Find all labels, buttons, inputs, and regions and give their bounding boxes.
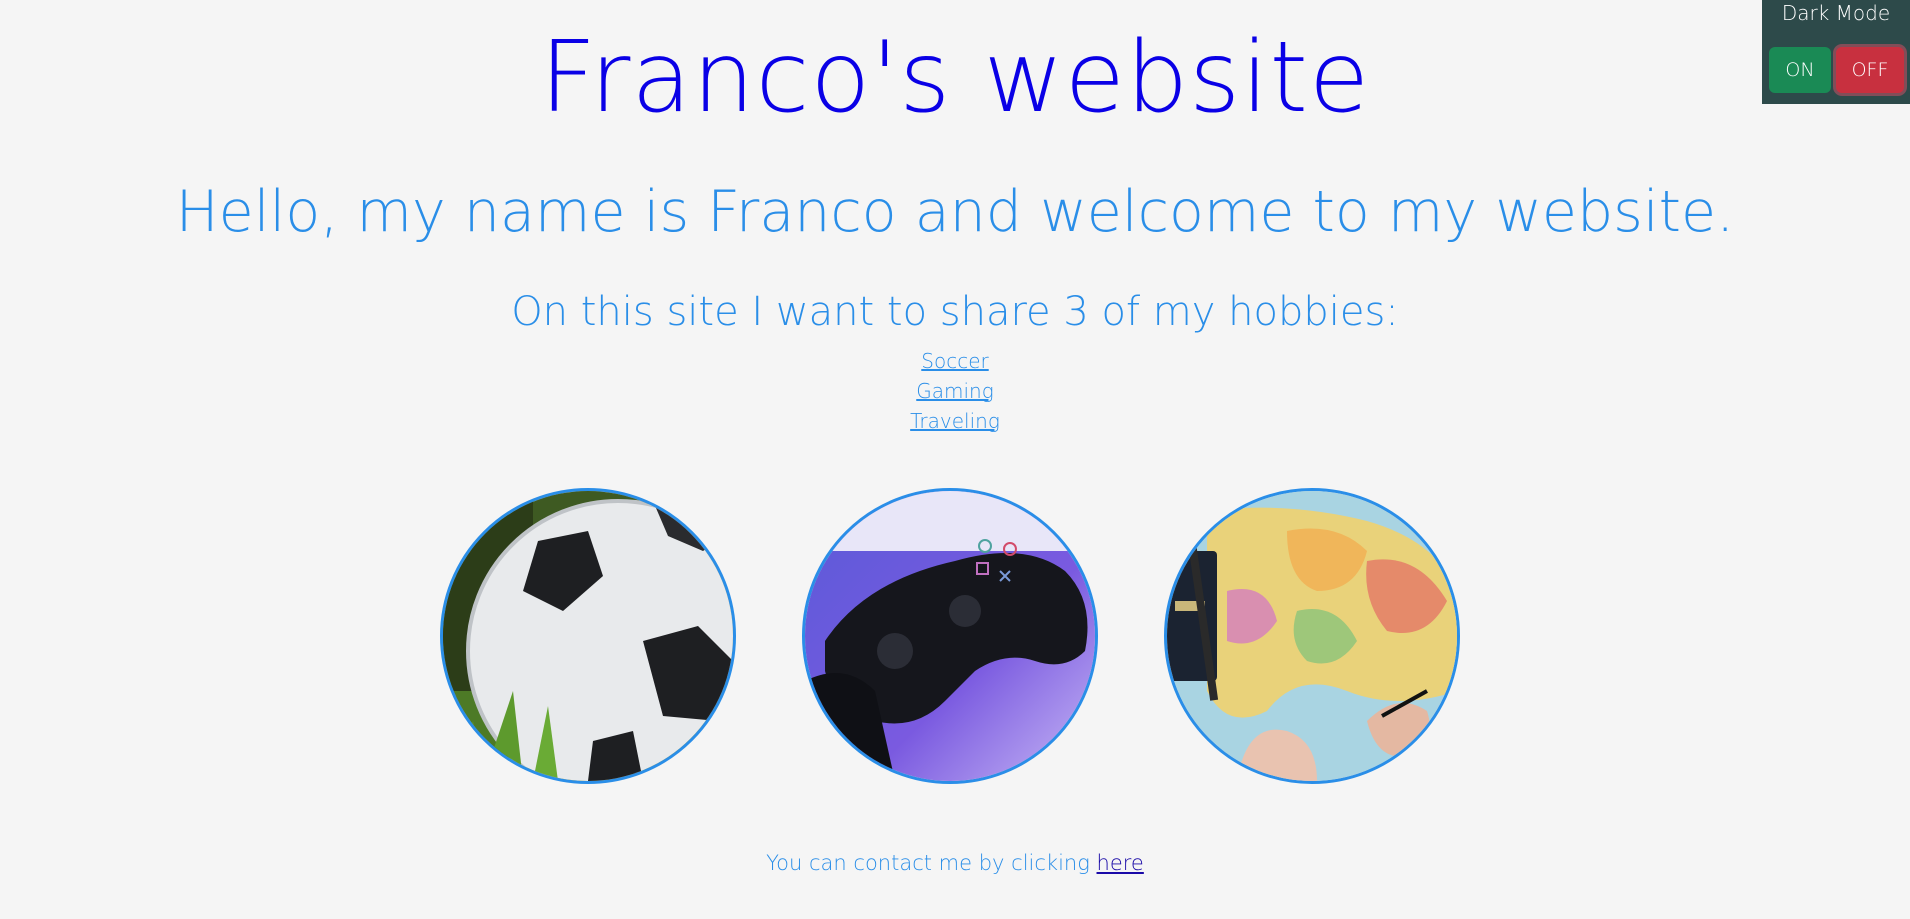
- world-map-photo: [1164, 488, 1460, 784]
- dark-mode-label: Dark Mode: [1781, 1, 1891, 25]
- greeting-heading: Hello, my name is Franco and welcome to …: [175, 179, 1735, 245]
- site-title: Franco's website: [539, 21, 1371, 135]
- contact-text: You can contact me by clicking: [766, 851, 1090, 875]
- contact-link[interactable]: here: [1097, 851, 1144, 875]
- soccer-ball-photo: [440, 488, 736, 784]
- dark-mode-on-button[interactable]: ON: [1769, 47, 1831, 93]
- hobby-links: Soccer Gaming Traveling: [0, 346, 1910, 436]
- game-controller-photo: [802, 488, 1098, 784]
- hobbies-subtitle: On this site I want to share 3 of my hob…: [511, 289, 1399, 335]
- gaming-link[interactable]: Gaming: [0, 376, 1910, 406]
- page: Franco's website Hello, my name is Franc…: [0, 0, 1910, 919]
- dark-mode-panel: Dark Mode ON OFF: [1762, 0, 1910, 104]
- dark-mode-off-button[interactable]: OFF: [1836, 47, 1904, 93]
- soccer-link[interactable]: Soccer: [0, 346, 1910, 376]
- traveling-link[interactable]: Traveling: [0, 406, 1910, 436]
- contact-line: You can contact me by clicking here: [0, 848, 1910, 878]
